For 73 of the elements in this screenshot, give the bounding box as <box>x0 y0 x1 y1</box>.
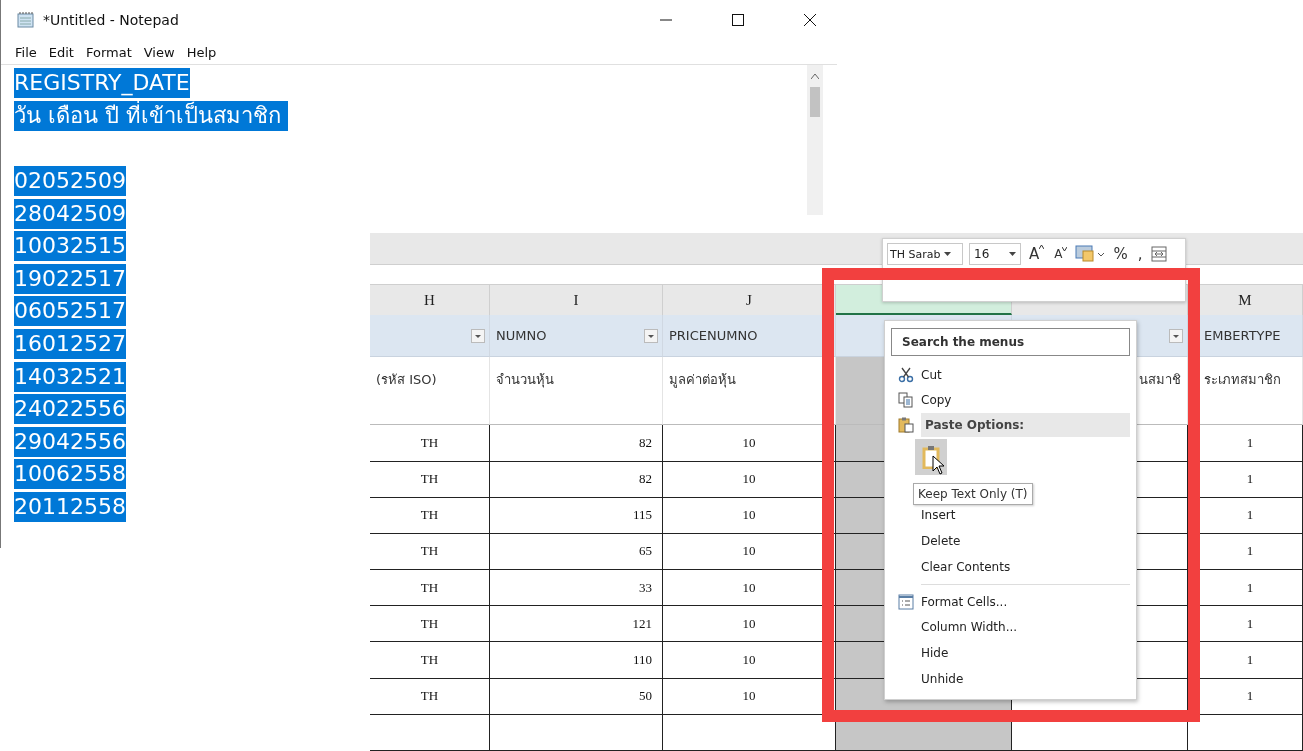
table-style-icon[interactable] <box>1075 245 1106 263</box>
menu-item[interactable]: Clear Contents <box>891 554 1130 580</box>
table-cell: 115 <box>490 497 663 534</box>
table-cell: NUMNO <box>490 315 663 358</box>
table-cell: ระเภทสมาชิก <box>1188 357 1303 426</box>
table-cell: 82 <box>490 425 663 462</box>
table-cell: PRICENUMNO <box>663 315 836 358</box>
mouse-cursor-icon <box>932 455 945 475</box>
column-header[interactable]: J <box>663 285 836 316</box>
scissors-icon <box>898 366 914 383</box>
scrollbar[interactable] <box>807 65 823 215</box>
table-cell: TH <box>370 678 490 715</box>
table-cell: 1 <box>1188 533 1303 571</box>
column-header[interactable]: H <box>370 285 490 316</box>
table-cell: TH <box>370 497 490 534</box>
table-cell: 1 <box>1188 678 1303 715</box>
font-size-dropdown[interactable]: 16 <box>969 243 1021 265</box>
table-cell: 1 <box>1188 497 1303 534</box>
table-cell: 110 <box>490 642 663 679</box>
number-format-button[interactable]: , <box>1135 245 1145 263</box>
filter-dropdown-icon[interactable] <box>1169 329 1183 344</box>
decrease-font-button[interactable]: A <box>1052 247 1070 261</box>
table-cell: จำนวนหุ้น <box>490 357 663 426</box>
table-cell: TH <box>370 425 490 462</box>
table-cell: TH <box>370 570 490 607</box>
scroll-up-icon[interactable] <box>811 73 819 79</box>
format-icon[interactable] <box>1150 246 1167 262</box>
close-icon[interactable] <box>803 13 817 27</box>
format-cells-icon <box>898 593 914 610</box>
menu-item[interactable]: Format <box>79 44 138 60</box>
table-cell: 1 <box>1188 425 1303 462</box>
column-header[interactable]: I <box>490 285 663 316</box>
menu-item[interactable]: Column Width... <box>891 614 1130 641</box>
filter-dropdown-icon[interactable] <box>471 329 485 344</box>
table-cell: 82 <box>490 461 663 498</box>
caret-icon <box>944 251 952 257</box>
menu-item[interactable]: Unhide <box>891 666 1130 692</box>
filter-dropdown-icon[interactable] <box>644 329 658 344</box>
table-cell: (รหัส ISO) <box>370 357 490 426</box>
table-cell: TH <box>370 461 490 498</box>
search-field[interactable]: Search the menus <box>891 328 1130 356</box>
tooltip: Keep Text Only (T) <box>913 483 1033 505</box>
menu-item[interactable]: Format Cells... <box>891 588 1130 615</box>
copy-icon <box>898 392 914 409</box>
table-cell: 1 <box>1188 606 1303 643</box>
table-cell: 1 <box>1188 461 1303 498</box>
increase-font-button[interactable]: A <box>1027 245 1047 263</box>
table-cell: 1 <box>1188 570 1303 607</box>
menu-item[interactable]: File <box>9 44 43 60</box>
notepad-icon <box>17 12 35 28</box>
table-cell: TH <box>370 533 490 571</box>
table-cell: 50 <box>490 678 663 715</box>
menu-item[interactable]: View <box>137 44 181 60</box>
font-name-dropdown[interactable]: TH Sarab <box>887 243 963 265</box>
window-title: *Untitled - Notepad <box>43 12 179 28</box>
table-cell: TH <box>370 642 490 679</box>
number-format-button[interactable]: % <box>1111 245 1130 263</box>
menu-item[interactable]: Insert <box>891 502 1130 529</box>
table-cell: 1 <box>1188 642 1303 679</box>
section-header: Paste Options: <box>921 413 1130 438</box>
table-cell: 33 <box>490 570 663 607</box>
scrollbar-thumb[interactable] <box>810 87 820 117</box>
menu-item[interactable]: Edit <box>42 44 80 60</box>
maximize-icon[interactable] <box>731 13 745 27</box>
table-cell: 121 <box>490 606 663 643</box>
table-cell: TH <box>370 606 490 643</box>
menu-item[interactable]: Delete <box>891 528 1130 555</box>
caret-icon <box>1009 251 1016 257</box>
caret-icon <box>1039 245 1045 249</box>
caret-icon <box>1062 247 1068 251</box>
menu-item[interactable]: Help <box>180 44 223 60</box>
table-cell: 65 <box>490 533 663 571</box>
menu-item[interactable]: Hide <box>891 640 1130 667</box>
